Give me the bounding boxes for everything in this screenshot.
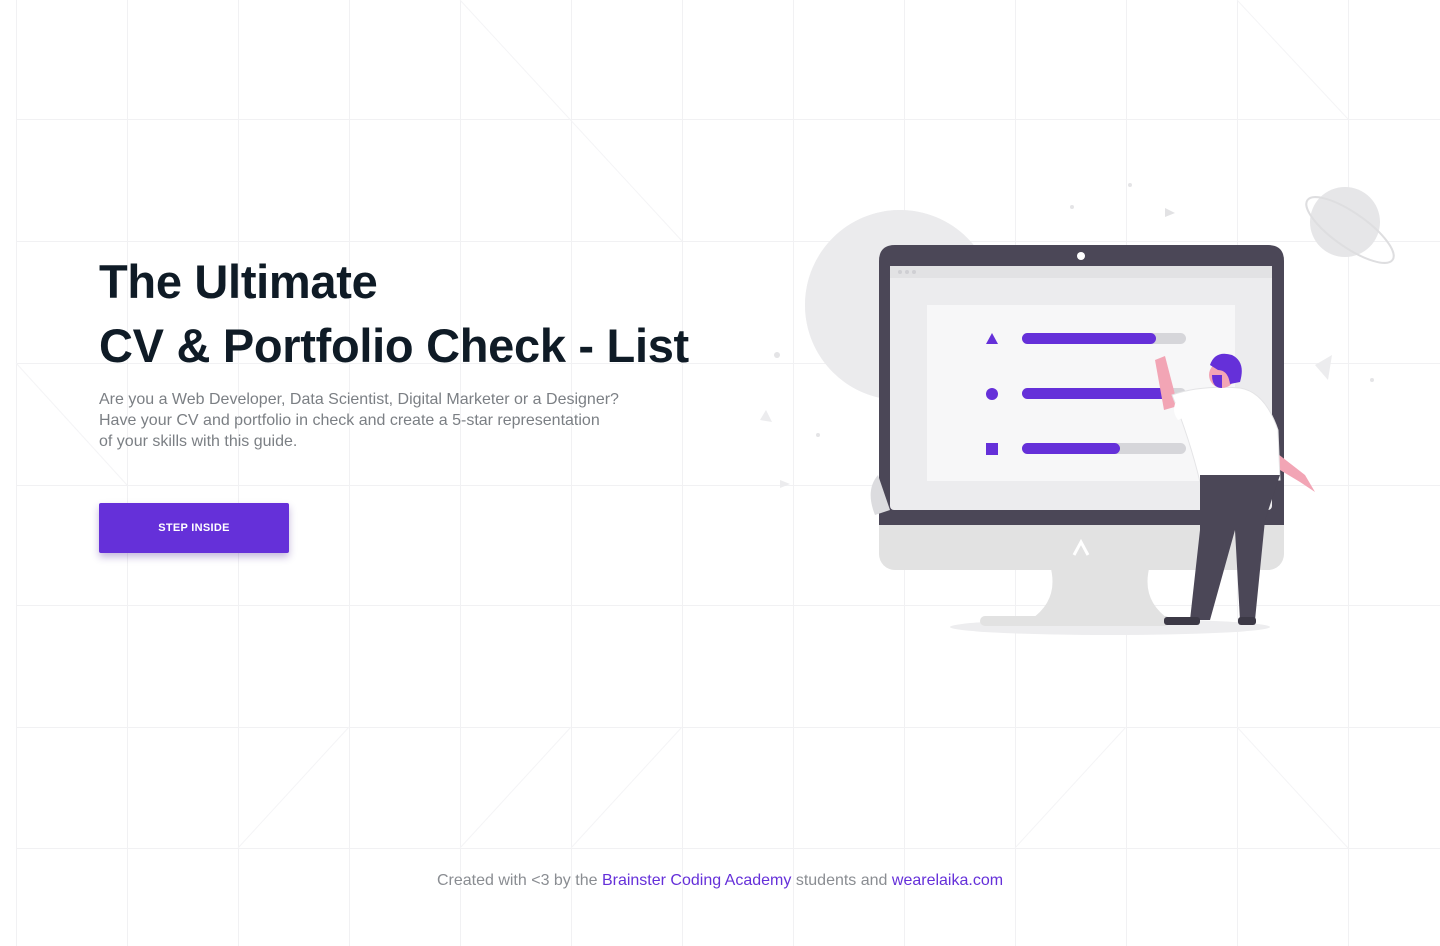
progress-bar-2 — [1022, 388, 1170, 399]
hero-description-line-3: of your skills with this guide. — [99, 433, 298, 450]
page: The Ultimate CV & Portfolio Check - List… — [0, 0, 1440, 946]
wearelaika-link[interactable]: wearelaika.com — [892, 872, 1003, 889]
page-title-line-2: CV & Portfolio Check - List — [99, 319, 689, 372]
footer-text-middle: students and — [791, 872, 892, 889]
hero-description: Are you a Web Developer, Data Scientist,… — [99, 389, 679, 452]
hero-description-line-2: Have your CV and portfolio in check and … — [99, 412, 600, 429]
progress-bar-1 — [1022, 333, 1156, 344]
footer-text-before: Created with <3 by the — [436, 872, 602, 889]
page-title: The Ultimate CV & Portfolio Check - List — [99, 250, 689, 378]
progress-bar-3 — [1022, 443, 1120, 454]
footer: Created with <3 by the Brainster Coding … — [0, 872, 1440, 890]
square-icon — [986, 443, 998, 455]
circle-icon — [986, 388, 998, 400]
brainster-link[interactable]: Brainster Coding Academy — [602, 872, 791, 889]
page-title-line-1: The Ultimate — [99, 255, 378, 308]
planet-icon — [1305, 187, 1395, 264]
step-inside-button[interactable]: STEP INSIDE — [99, 503, 289, 553]
hero-illustration — [760, 183, 1395, 635]
hero-description-line-1: Are you a Web Developer, Data Scientist,… — [99, 391, 619, 408]
